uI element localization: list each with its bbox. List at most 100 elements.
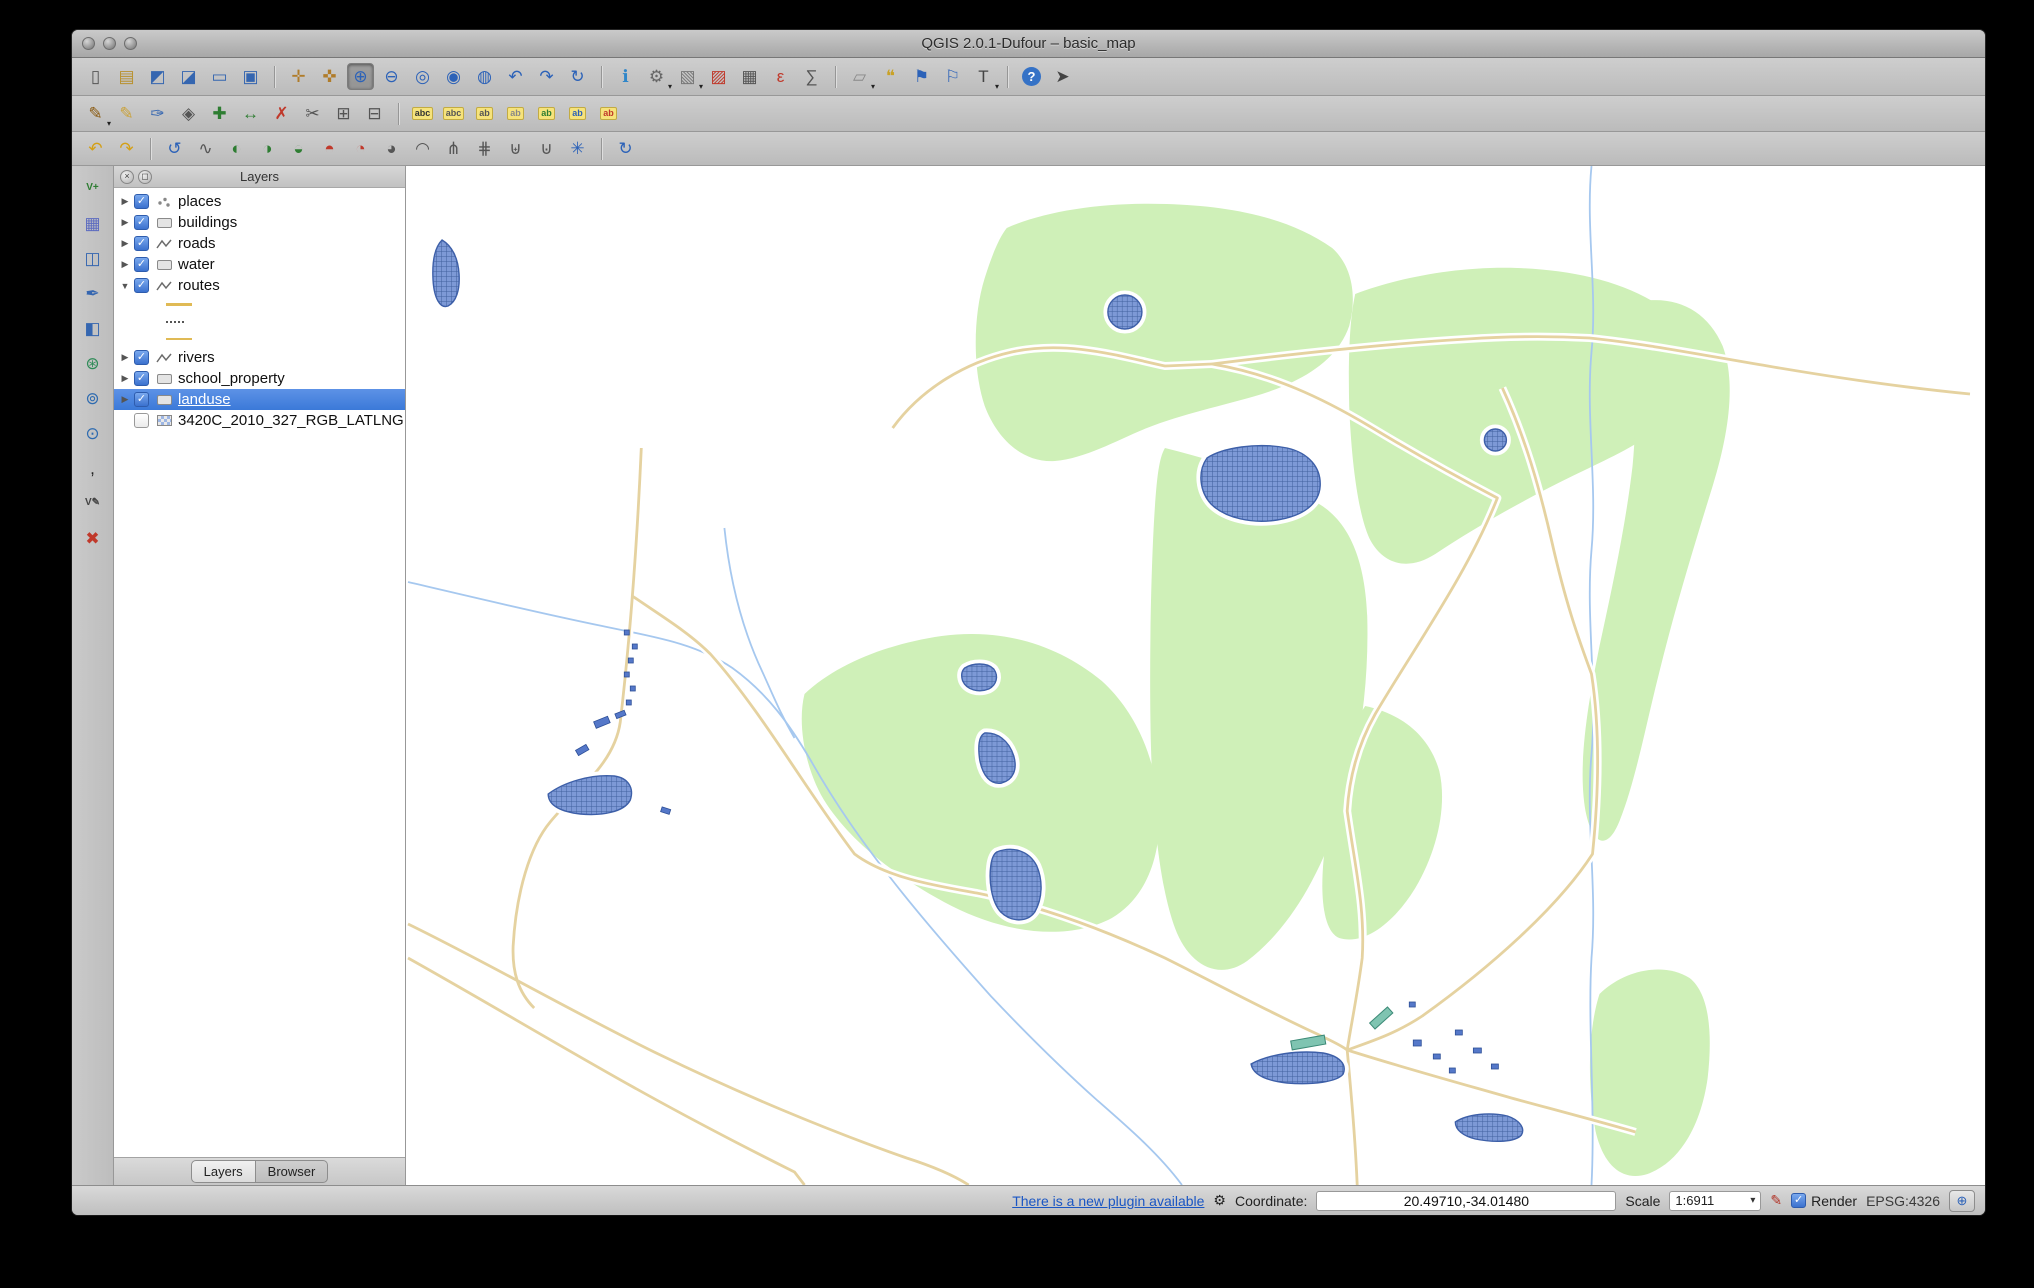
- scale-combobox[interactable]: 1:6911 ▾: [1669, 1190, 1762, 1211]
- layer-visibility-checkbox[interactable]: ✓: [134, 236, 149, 251]
- whats-this-button[interactable]: ➤: [1049, 63, 1076, 90]
- remove-layer-button[interactable]: ✖: [79, 524, 107, 552]
- deselect-features-button[interactable]: ▨: [705, 63, 732, 90]
- rotate-label-button[interactable]: ab: [564, 100, 591, 127]
- coordinate-input[interactable]: [1316, 1190, 1617, 1211]
- new-shapefile-layer-button[interactable]: V✎: [79, 489, 107, 517]
- measure-button[interactable]: ▱ ▾: [846, 63, 875, 91]
- expand-icon[interactable]: ▶: [118, 238, 132, 249]
- minimize-button[interactable]: [103, 37, 116, 50]
- symbology-item[interactable]: [114, 313, 405, 330]
- zoom-window-button[interactable]: [124, 37, 137, 50]
- layer-item-places[interactable]: ▶ ✓ places: [114, 191, 405, 212]
- reshape-features-button[interactable]: ◕: [378, 135, 405, 162]
- plugin-icon[interactable]: ⚙: [1213, 1192, 1226, 1209]
- layer-item-landuse[interactable]: ▶ ✓ landuse: [114, 389, 405, 410]
- change-label-button[interactable]: abc: [440, 100, 467, 127]
- current-edits-button[interactable]: ✎ ▾: [82, 100, 111, 128]
- labeling-button[interactable]: abc: [409, 100, 436, 127]
- collapse-icon[interactable]: ▼: [118, 281, 132, 291]
- add-spatialite-layer-button[interactable]: ✒: [79, 279, 107, 307]
- layer-visibility-checkbox[interactable]: ✓: [134, 215, 149, 230]
- layer-item-buildings[interactable]: ▶ ✓ buildings: [114, 212, 405, 233]
- add-delimited-text-layer-button[interactable]: ,: [79, 454, 107, 482]
- zoom-to-selection-button[interactable]: ◉: [440, 63, 467, 90]
- undo-button[interactable]: ↶: [82, 135, 109, 162]
- new-project-button[interactable]: ▯: [82, 63, 109, 90]
- paste-features-button[interactable]: ⊟: [361, 100, 388, 127]
- tab-browser[interactable]: Browser: [255, 1160, 329, 1183]
- split-parts-button[interactable]: ⋕: [471, 135, 498, 162]
- add-mssql-layer-button[interactable]: ◧: [79, 314, 107, 342]
- refresh-map-button[interactable]: ↻: [564, 63, 591, 90]
- layer-item-3420C_2010_327_RGB_LATLNG[interactable]: 3420C_2010_327_RGB_LATLNG: [114, 410, 405, 431]
- layer-visibility-checkbox[interactable]: [134, 413, 149, 428]
- render-checkbox-box[interactable]: ✓: [1791, 1193, 1807, 1208]
- title-bar[interactable]: QGIS 2.0.1-Dufour – basic_map: [72, 30, 1985, 58]
- move-label-button[interactable]: ab: [533, 100, 560, 127]
- show-hide-labels-button[interactable]: ab: [502, 100, 529, 127]
- open-field-calculator-button[interactable]: ∑: [798, 63, 825, 90]
- map-canvas[interactable]: [406, 166, 1985, 1185]
- rotate-point-symbols-button[interactable]: ✳: [564, 135, 591, 162]
- add-postgis-layer-button[interactable]: ◫: [79, 244, 107, 272]
- split-features-button[interactable]: ⋔: [440, 135, 467, 162]
- new-bookmark-button[interactable]: ⚑: [908, 63, 935, 90]
- offset-curve-button[interactable]: ◠: [409, 135, 436, 162]
- move-feature-button[interactable]: ↔: [237, 100, 264, 127]
- rotate-feature-button[interactable]: ↺: [161, 135, 188, 162]
- text-annotation-button[interactable]: T ▾: [970, 63, 999, 91]
- node-tool-button[interactable]: ◈: [175, 100, 202, 127]
- layer-item-water[interactable]: ▶ ✓ water: [114, 254, 405, 275]
- redo-button[interactable]: ↷: [113, 135, 140, 162]
- open-attribute-table-button[interactable]: ▦: [736, 63, 763, 90]
- panel-close-icon[interactable]: ×: [120, 170, 134, 184]
- layer-visibility-checkbox[interactable]: ✓: [134, 392, 149, 407]
- pan-map-button[interactable]: ✛: [285, 63, 312, 90]
- zoom-in-button[interactable]: ⊕: [347, 63, 374, 90]
- save-project-as-button[interactable]: ◪: [175, 63, 202, 90]
- run-feature-action-button[interactable]: ⚙ ▾: [643, 63, 672, 91]
- zoom-full-button[interactable]: ◎: [409, 63, 436, 90]
- delete-selected-button[interactable]: ✗: [268, 100, 295, 127]
- open-project-button[interactable]: ▤: [113, 63, 140, 90]
- expand-icon[interactable]: ▶: [118, 217, 132, 228]
- symbology-item[interactable]: [114, 330, 405, 347]
- save-project-button[interactable]: ◩: [144, 63, 171, 90]
- merge-features-button[interactable]: ⊎: [502, 135, 529, 162]
- layer-visibility-checkbox[interactable]: ✓: [134, 371, 149, 386]
- layer-item-rivers[interactable]: ▶ ✓ rivers: [114, 347, 405, 368]
- delete-part-button[interactable]: ◔: [347, 135, 374, 162]
- merge-attributes-button[interactable]: ⊍: [533, 135, 560, 162]
- simplify-feature-button[interactable]: ∿: [192, 135, 219, 162]
- add-wms-layer-button[interactable]: ⊛: [79, 349, 107, 377]
- expand-icon[interactable]: ▶: [118, 394, 132, 405]
- new-print-composer-button[interactable]: ▭: [206, 63, 233, 90]
- change-label-properties-button[interactable]: ab: [595, 100, 622, 127]
- add-feature-button[interactable]: ✚: [206, 100, 233, 127]
- new-plugin-link[interactable]: There is a new plugin available: [1012, 1193, 1204, 1209]
- save-layer-edits-button[interactable]: ✑: [144, 100, 171, 127]
- add-vector-layer-button[interactable]: V+: [79, 174, 107, 202]
- layer-visibility-checkbox[interactable]: ✓: [134, 278, 149, 293]
- tab-layers[interactable]: Layers: [190, 1160, 256, 1183]
- layer-visibility-checkbox[interactable]: ✓: [134, 194, 149, 209]
- add-wcs-layer-button[interactable]: ⊚: [79, 384, 107, 412]
- add-ring-button[interactable]: ◐: [223, 135, 250, 162]
- identify-features-button[interactable]: ℹ: [612, 63, 639, 90]
- panel-float-icon[interactable]: ◻: [138, 170, 152, 184]
- expand-icon[interactable]: ▶: [118, 352, 132, 363]
- delete-ring-button[interactable]: ◓: [316, 135, 343, 162]
- zoom-out-button[interactable]: ⊖: [378, 63, 405, 90]
- cut-features-button[interactable]: ✂: [299, 100, 326, 127]
- layer-item-routes[interactable]: ▼ ✓ routes: [114, 275, 405, 296]
- stop-render-icon[interactable]: ✎: [1770, 1192, 1782, 1209]
- help-contents-button[interactable]: ?: [1018, 63, 1045, 90]
- toggle-editing-button[interactable]: ✎: [113, 100, 140, 127]
- show-bookmarks-button[interactable]: ⚐: [939, 63, 966, 90]
- layer-item-school_property[interactable]: ▶ ✓ school_property: [114, 368, 405, 389]
- select-features-button[interactable]: ▧ ▾: [674, 63, 703, 91]
- copy-features-button[interactable]: ⊞: [330, 100, 357, 127]
- composer-manager-button[interactable]: ▣: [237, 63, 264, 90]
- circular-arrow-button[interactable]: ↻: [612, 135, 639, 162]
